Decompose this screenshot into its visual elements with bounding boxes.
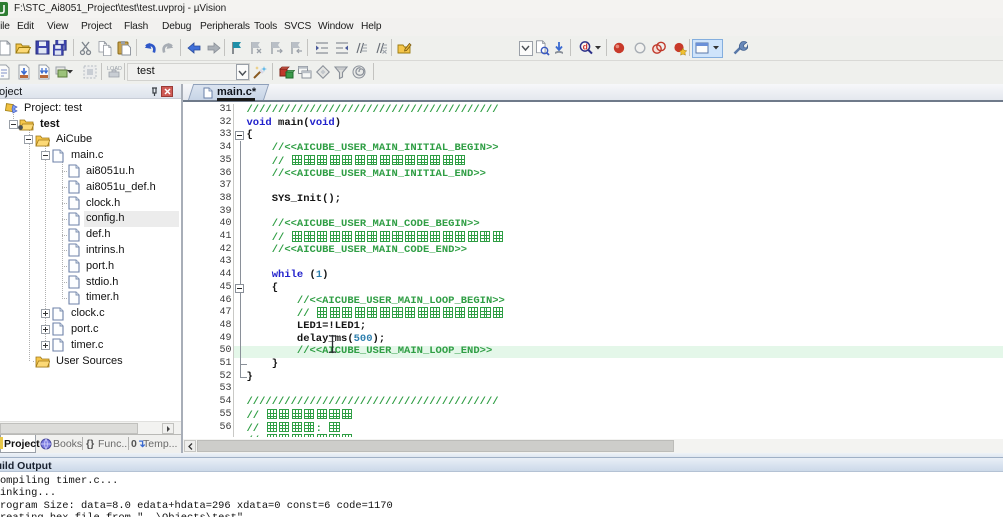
svg-text:d: d	[583, 42, 588, 52]
